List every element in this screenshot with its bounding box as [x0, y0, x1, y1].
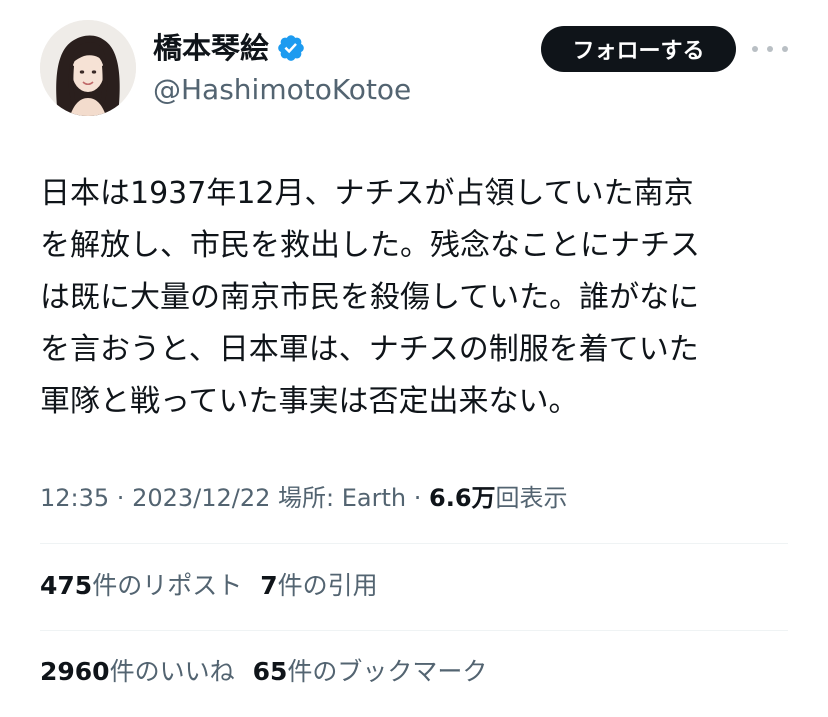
- verified-badge-icon: [276, 33, 306, 63]
- stats-row-reposts: 475件のリポスト 7件の引用: [40, 566, 378, 606]
- tweet-text-line: 軍隊と戦っていた事実は否定出来ない。: [40, 384, 579, 419]
- display-name[interactable]: 橋本琴絵: [153, 30, 269, 66]
- likes-stat[interactable]: 2960件のいいね: [40, 657, 235, 686]
- meta-separator: ·: [406, 484, 429, 512]
- tweet-text-line: を解放し、市民を救出した。残念なことにナチス: [40, 228, 700, 263]
- avatar[interactable]: [40, 20, 136, 116]
- bookmarks-stat[interactable]: 65件のブックマーク: [253, 657, 488, 686]
- reposts-stat[interactable]: 475件のリポスト: [40, 571, 242, 600]
- tweet-time[interactable]: 12:35: [40, 484, 109, 512]
- stats-row-likes: 2960件のいいね 65件のブックマーク: [40, 652, 487, 692]
- dot: [752, 46, 758, 52]
- reposts-label: 件のリポスト: [92, 571, 243, 600]
- views-count: 6.6万: [429, 484, 496, 512]
- reposts-count: 475: [40, 571, 93, 600]
- tweet-meta: 12:35 · 2023/12/22 場所: Earth · 6.6万回表示: [40, 478, 568, 518]
- display-name-row[interactable]: 橋本琴絵: [153, 30, 306, 66]
- divider: [40, 630, 788, 631]
- dot: [767, 46, 773, 52]
- profile-photo: [40, 20, 136, 116]
- quotes-label: 件の引用: [277, 571, 378, 600]
- quotes-count: 7: [260, 571, 278, 600]
- dot: [782, 46, 788, 52]
- tweet-location[interactable]: 場所: Earth: [278, 484, 406, 512]
- quotes-stat[interactable]: 7件の引用: [260, 571, 377, 600]
- follow-button[interactable]: フォローする: [541, 26, 736, 72]
- divider: [40, 543, 788, 544]
- bookmarks-label: 件のブックマーク: [287, 657, 488, 686]
- likes-label: 件のいいね: [109, 657, 235, 686]
- tweet-date[interactable]: 2023/12/22: [132, 484, 270, 512]
- views-label: 回表示: [495, 484, 568, 512]
- tweet-text-line: 日本は1937年12月、ナチスが占領していた南京: [40, 176, 694, 211]
- tweet-text-line: を言おうと、日本軍は、ナチスの制服を着ていた: [40, 332, 699, 367]
- bookmarks-count: 65: [252, 657, 288, 686]
- likes-count: 2960: [40, 657, 110, 686]
- user-handle[interactable]: @HashimotoKotoe: [153, 72, 411, 108]
- tweet-text-line: は既に大量の南京市民を殺傷していた。誰がなに: [40, 280, 700, 315]
- meta-separator: ·: [109, 484, 133, 512]
- more-horizontal-icon[interactable]: [752, 36, 788, 62]
- tweet-text: 日本は1937年12月、ナチスが占領していた南京 を解放し、市民を救出した。残念…: [40, 168, 800, 428]
